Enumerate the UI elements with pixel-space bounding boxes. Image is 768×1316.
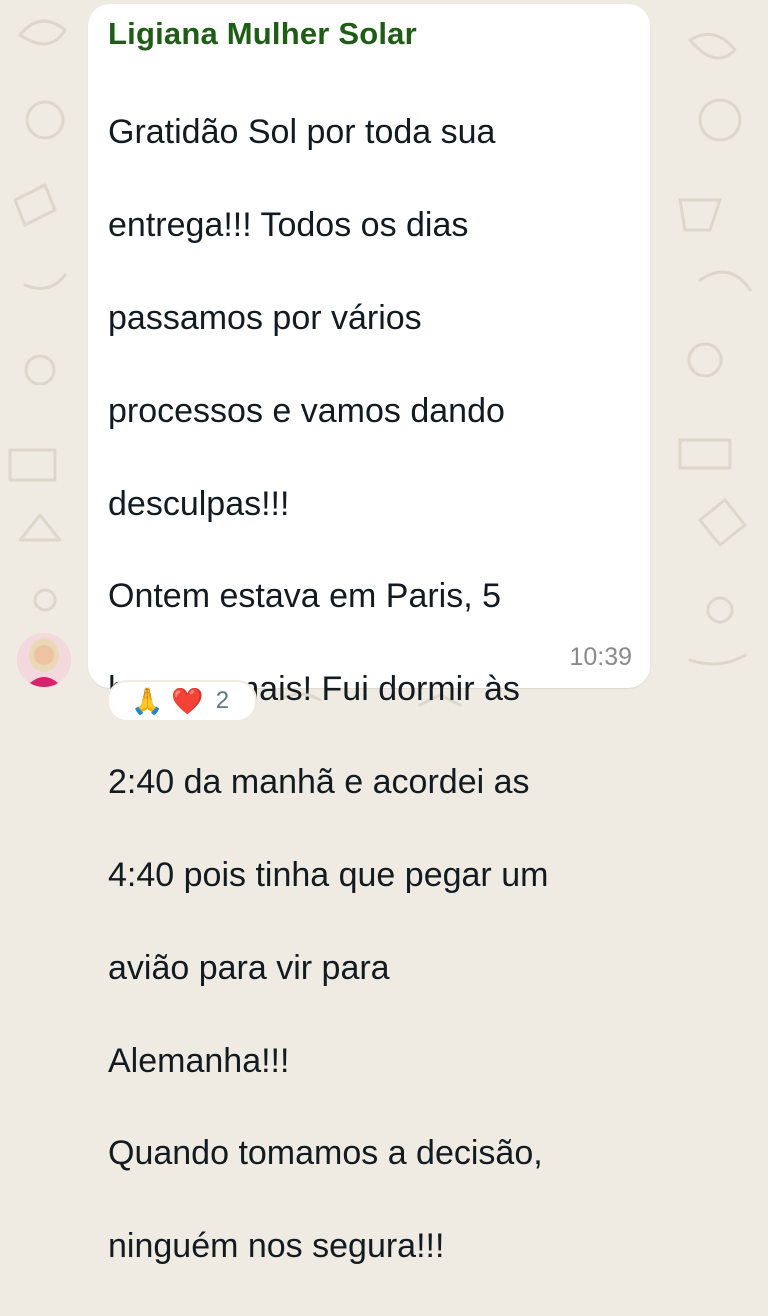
message-line: Gratidão Sol por toda sua [108, 113, 496, 152]
message-line: 2:40 da manhã e acordei as [108, 763, 530, 802]
avatar-photo-icon [17, 633, 71, 687]
message-line: entrega!!! Todos os dias [108, 206, 469, 245]
message-line: Quando tomamos a decisão, [108, 1134, 543, 1173]
message-line: Alemanha!!! [108, 1041, 290, 1080]
message-line: desculpas!!! [108, 484, 290, 523]
sender-avatar[interactable] [17, 633, 71, 687]
reaction-count: 2 [215, 687, 230, 714]
heart-icon: ❤️ [171, 686, 204, 716]
message-line: Ontem estava em Paris, 5 [108, 577, 502, 616]
praying-hands-icon: 🙏 [131, 686, 164, 716]
message-timestamp: 10:39 [569, 643, 632, 671]
reaction-bar[interactable]: 🙏 ❤️ 2 [107, 680, 257, 722]
message-line: processos e vamos dando [108, 391, 505, 430]
message-line: avião para vir para [108, 948, 390, 987]
message-bubble[interactable]: Ligiana Mulher Solar Gratidão Sol por to… [88, 4, 650, 1265]
message-line: ninguém nos segura!!! [108, 1227, 445, 1266]
sender-name[interactable]: Ligiana Mulher Solar [108, 16, 417, 52]
message-line: 4:40 pois tinha que pegar um [108, 855, 549, 894]
message-line: passamos por vários [108, 299, 422, 338]
